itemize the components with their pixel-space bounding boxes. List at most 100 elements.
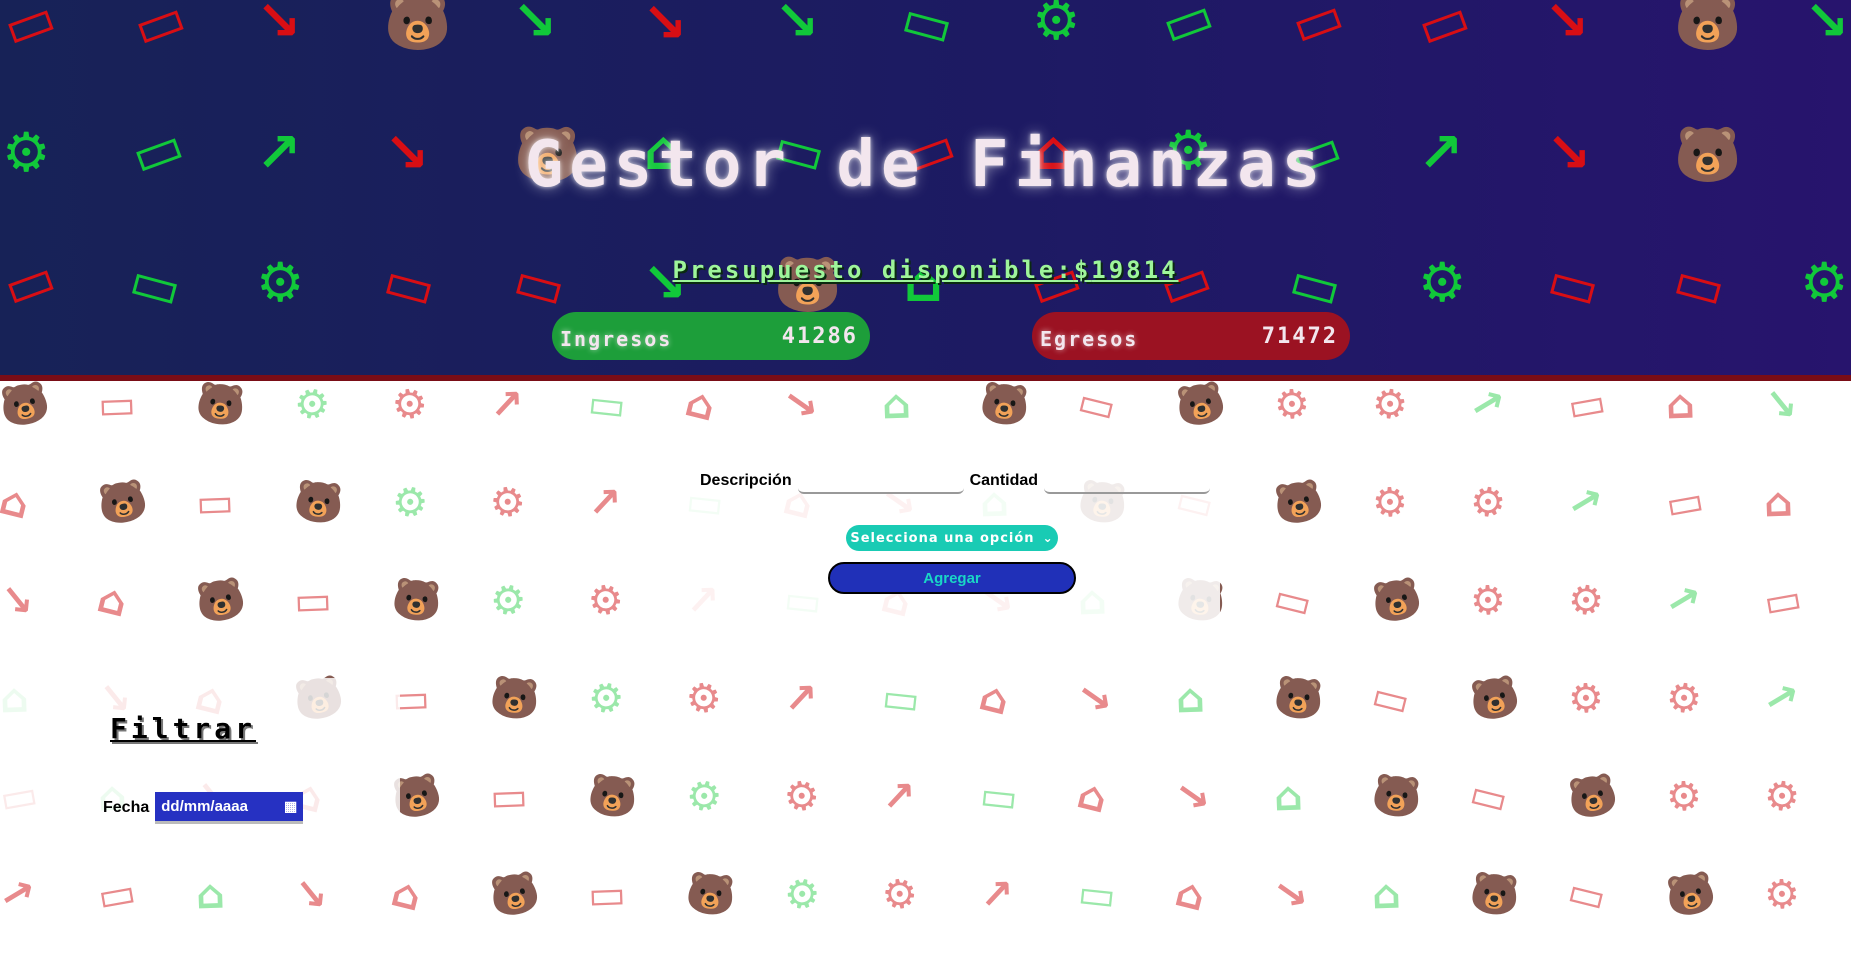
arrow-down-icon: ↘ [774,0,820,52]
lower-background-pattern: 🐻 ▭ 🐻 ⚙ ⚙ ↗ ▭ ⌂ ↘ ⌂ 🐻 ▭ 🐻 ⚙ ⚙ ↗ ▭ ⌂ ↘ ⌂ 🐻 ▭ 🐻 ⚙ ⚙ ↗ ▭ ⌂ ↘ ⌂ 🐻 ▭ 🐻 ⚙ ⚙ ↗ ▭ ⌂ ↘ ⌂… [0,381,1851,954]
arrow-down-icon: ↘ [1804,0,1850,52]
banknote-icon: ▭ [1075,870,1119,920]
banknote-icon: ▭ [1464,770,1513,824]
bear-icon: 🐻 [389,575,445,627]
banknote-icon: ▭ [1366,672,1415,726]
gear-icon: ⚙ [1369,381,1411,430]
arrow-down-icon: ↘ [512,0,558,52]
income-summary: Ingresos 41286 [552,312,870,360]
arrow-up-icon: ↗ [1660,574,1705,628]
arrow-up-icon: ↗ [489,381,525,429]
type-select[interactable]: Selecciona una opción ⌄ [846,525,1058,551]
date-input[interactable]: dd/mm/aaaa ▦ [155,792,304,824]
banknote-icon: ▭ [1152,0,1223,59]
bear-icon: 🐻 [585,771,641,823]
banknote-icon: ▭ [1072,381,1121,432]
bear-icon: 🐻 [1368,574,1426,628]
banknote-icon: ▭ [585,381,629,430]
banknote-icon: ▭ [293,577,333,625]
bank-icon: ⌂ [680,381,720,431]
bank-icon: ⌂ [92,575,132,627]
gear-icon: ⚙ [1032,0,1081,52]
gear-icon: ⚙ [386,476,433,530]
banknote-icon: ▭ [97,381,137,429]
banknote-icon: ▭ [1562,868,1611,922]
bear-icon: 🐻 [1662,868,1720,922]
arrow-up-icon: ↗ [783,675,819,723]
bank-icon: ⌂ [1763,479,1794,527]
bear-icon: 🐻 [1674,0,1742,54]
arrow-up-icon: ↗ [979,871,1015,919]
bank-icon: ⌂ [1371,871,1402,919]
gear-icon: ⚙ [780,771,824,823]
banknote-icon: ▭ [894,0,961,60]
chevron-down-icon: ⌄ [1042,531,1054,545]
income-label: Ingresos [560,327,673,351]
gear-icon: ⚙ [878,869,922,921]
gear-icon: ⚙ [1763,871,1801,919]
amount-label: Cantidad [969,472,1039,489]
banknote-icon: ▭ [1268,574,1317,628]
amount-input[interactable] [1044,468,1211,494]
bear-icon: 🐻 [1271,673,1327,725]
bank-icon: ⌂ [1175,675,1206,723]
transaction-form: Descripción Cantidad [700,468,1211,494]
bear-icon: 🐻 [683,869,739,921]
bear-icon: 🐻 [0,381,54,432]
banknote-icon: ▭ [1760,575,1806,627]
banknote-icon: ▭ [1564,381,1610,431]
gear-icon: ⚙ [484,574,531,628]
banknote-icon: ▭ [0,0,65,61]
banknote-icon: ▭ [879,674,923,724]
description-label: Descripción [700,472,792,489]
gear-icon: ⚙ [388,381,432,431]
bank-icon: ⌂ [195,871,226,919]
arrow-down-icon: ↘ [1172,771,1214,823]
date-filter: Fecha dd/mm/aaaa ▦ [103,792,304,824]
gear-icon: ⚙ [1663,674,1705,724]
arrow-up-icon: ↗ [587,479,623,527]
app-title: Gestor de Finanzas [524,128,1327,202]
bear-icon: 🐻 [1564,770,1622,824]
gear-icon: ⚙ [582,672,629,726]
gear-icon: ⚙ [288,381,335,432]
date-label: Fecha [103,799,150,816]
banknote-icon: ▭ [587,871,627,919]
banknote-icon: ▭ [195,479,235,527]
arrow-down-icon: ↘ [642,0,688,54]
bear-icon: 🐻 [1270,476,1328,530]
gear-icon: ⚙ [1565,576,1607,626]
banknote-icon: ▭ [1282,0,1353,59]
arrow-down-icon: ↘ [0,576,36,626]
gear-icon: ⚙ [1467,478,1509,528]
bear-icon: 🐻 [487,673,543,725]
budget-currency: $ [1073,256,1092,284]
bear-icon: 🐻 [1467,869,1523,921]
gear-icon: ⚙ [1469,577,1507,625]
arrow-down-icon: ↘ [1074,673,1116,725]
description-input[interactable] [797,468,964,494]
gear-icon: ⚙ [1761,772,1803,822]
arrow-down-icon: ↘ [1270,869,1312,921]
income-value: 41286 [781,323,858,349]
bank-icon: ⌂ [0,477,34,529]
banknote-icon: ▭ [1662,477,1708,529]
bear-icon: 🐻 [1466,672,1524,726]
banknote-icon: ▭ [124,0,195,61]
banknote-icon: ▭ [1408,0,1479,61]
bear-icon: 🐻 [291,477,347,529]
arrow-down-icon: ↘ [291,870,330,920]
bank-icon: ⌂ [386,869,426,921]
arrow-down-icon: ↘ [1544,0,1590,52]
date-placeholder: dd/mm/aaaa [161,798,248,815]
gear-icon: ⚙ [1273,381,1311,429]
gear-icon: ⚙ [680,770,727,824]
gear-icon: ⚙ [682,673,726,725]
bank-icon: ⌂ [1072,771,1112,823]
bear-icon: 🐻 [192,574,250,628]
bear-icon: 🐻 [384,0,452,54]
header-banner: ▭ ▭ ↘ 🐻 ↘ ↘ ↘ ▭ ⚙ ▭ ▭ ▭ ↘ 🐻 ↘ ⚙ ▭ ↗ ↘ 🐻 ⌂ ▭ ▭ ⌂ ⚙ ▭ ↗ ↘ 🐻 ▭ ▭ ⚙ ▭ ▭ ↘ 🐻 ⌂ ▭ ▭ ▭… [0,0,1851,381]
type-select-value: Selecciona una opción [850,530,1035,546]
bank-icon: ⌂ [881,381,912,429]
add-button[interactable]: Agregar [828,562,1076,594]
